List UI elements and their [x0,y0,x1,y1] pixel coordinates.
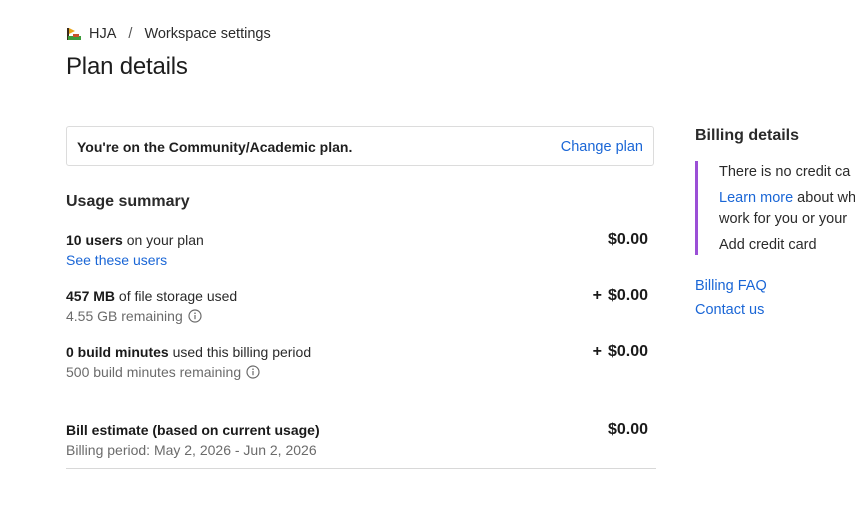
users-usage-row: 10 users on your plan See these users $0… [66,230,648,270]
see-these-users-link[interactable]: See these users [66,250,167,270]
storage-amount-value: $0.00 [607,287,648,304]
storage-usage-text: 457 MB of file storage used [66,286,648,306]
notice-text-line2-rest: about wh [793,190,855,206]
notice-text-line3: work for you or your [719,211,848,227]
users-usage-text: 10 users on your plan [66,230,648,250]
usage-summary-title: Usage summary [66,193,190,210]
billing-faq-link[interactable]: Billing FAQ [695,276,767,296]
billing-details-title: Billing details [695,127,800,144]
add-credit-card-link[interactable]: Add credit card [719,235,817,255]
storage-remaining: 4.55 GB remaining [66,308,183,324]
build-minutes-used: 0 build minutes [66,344,169,360]
info-icon[interactable] [188,309,202,323]
storage-amount: + $0.00 [593,286,648,306]
change-plan-link[interactable]: Change plan [561,139,643,155]
bill-estimate-label: Bill estimate (based on current usage) [66,422,320,438]
build-minutes-suffix: used this billing period [168,344,312,360]
notice-text-line1: There is no credit ca [719,164,851,180]
breadcrumb-workspace[interactable]: HJA [89,26,116,42]
storage-plus-sign: + [592,287,602,304]
users-count: 10 users [66,232,123,248]
divider [66,468,656,469]
page-title: Plan details [66,53,188,80]
build-minutes-amount-value: $0.00 [607,343,648,360]
learn-more-link[interactable]: Learn more [719,190,793,206]
bill-estimate-amount: $0.00 [607,421,648,438]
bill-estimate-row: Bill estimate (based on current usage) B… [66,420,648,460]
storage-usage-suffix: of file storage used [115,288,238,304]
users-amount: $0.00 [607,231,648,248]
breadcrumb: HJA / Workspace settings [66,24,271,44]
build-minutes-usage-row: 0 build minutes used this billing period… [66,342,648,382]
current-plan-box: You're on the Community/Academic plan. C… [66,126,654,166]
info-icon[interactable] [246,365,260,379]
no-credit-card-notice: There is no credit ca Learn more about w… [695,161,855,255]
build-minutes-remaining: 500 build minutes remaining [66,364,242,380]
notice-text-line2: Learn more about wh [719,188,855,208]
users-usage-suffix: on your plan [122,232,204,248]
build-minutes-usage-text: 0 build minutes used this billing period [66,342,648,362]
storage-used: 457 MB [66,288,116,304]
billing-period: Billing period: May 2, 2026 - Jun 2, 202… [66,442,317,458]
workspace-logo-icon[interactable] [66,26,82,42]
contact-us-link[interactable]: Contact us [695,300,764,320]
storage-usage-row: 457 MB of file storage used 4.55 GB rema… [66,286,648,326]
current-plan-text: You're on the Community/Academic plan. [77,139,353,155]
breadcrumb-current: Workspace settings [144,26,271,42]
build-minutes-amount: + $0.00 [593,342,648,362]
build-minutes-plus-sign: + [592,343,602,360]
breadcrumb-separator: / [128,26,133,42]
